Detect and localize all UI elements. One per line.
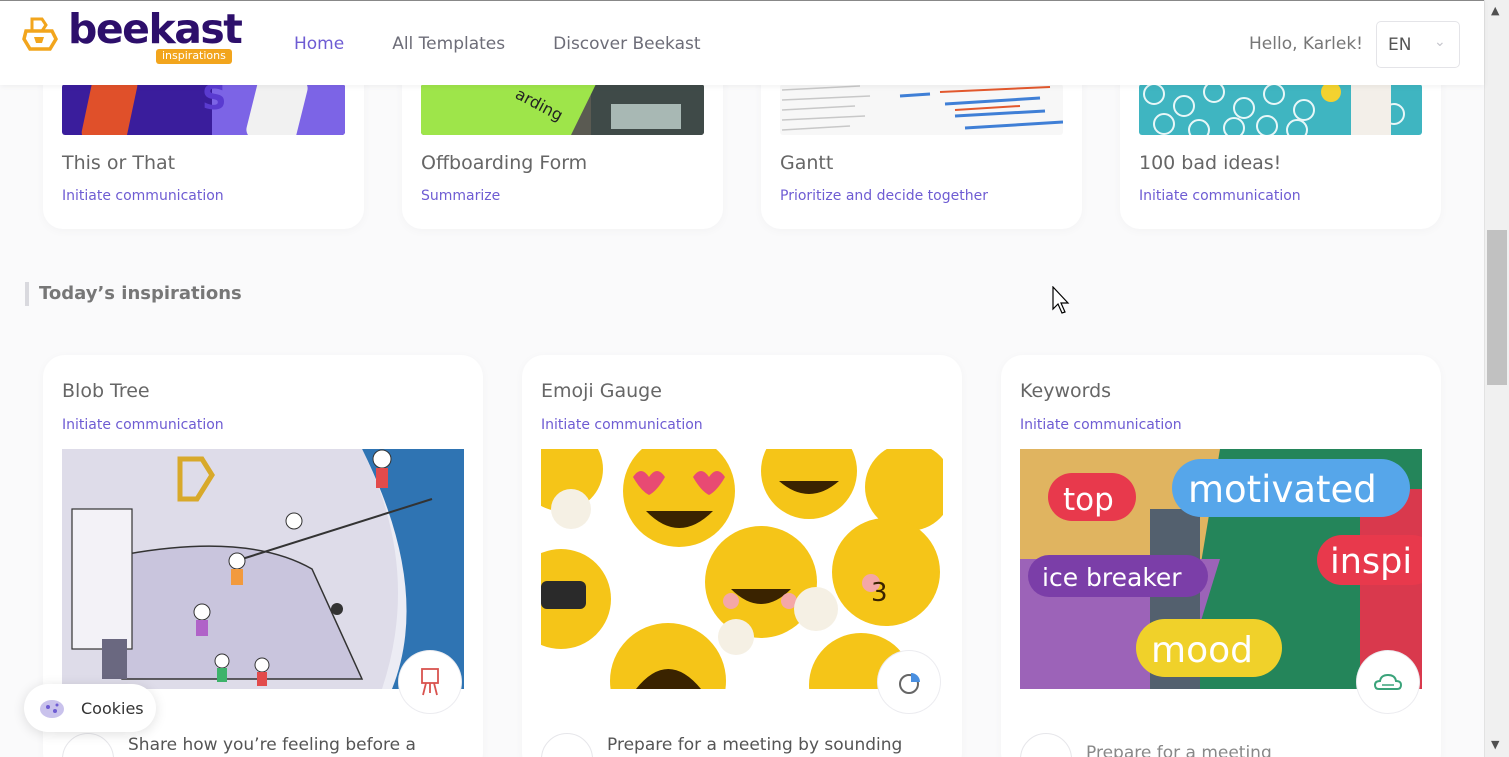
- logo-subtext: inspirations: [156, 49, 232, 64]
- template-image: [780, 84, 1063, 135]
- scroll-down-arrow-icon[interactable]: ▼: [1491, 738, 1499, 751]
- cookies-button[interactable]: Cookies: [24, 684, 156, 732]
- activity-badge: [1357, 651, 1419, 713]
- svg-text:3: 3: [871, 578, 888, 608]
- template-category[interactable]: Summarize: [421, 188, 500, 204]
- mouse-cursor-icon: [1052, 286, 1070, 314]
- easel-icon: [421, 668, 439, 696]
- template-image: S: [62, 84, 345, 135]
- scroll-thumb[interactable]: [1487, 230, 1507, 385]
- activity-badge: [399, 651, 461, 713]
- inspiration-card-emoji-gauge[interactable]: Emoji Gauge Initiate communication 3 Pre…: [522, 355, 962, 757]
- template-card[interactable]: S This or That Initiate communication: [43, 60, 364, 229]
- inspiration-category[interactable]: Initiate communication: [541, 417, 703, 433]
- rocket-icon: [1020, 733, 1072, 757]
- inspiration-description: Prepare for a meeting: [1086, 743, 1272, 757]
- template-image: arding: [421, 84, 704, 135]
- inspiration-title: Keywords: [1020, 380, 1112, 402]
- inspiration-description: Share how you’re feeling before a: [128, 735, 416, 755]
- beekast-logo[interactable]: beekast inspirations: [22, 5, 243, 69]
- keyword-motivated: motivated: [1188, 468, 1377, 511]
- pie-chart-icon: [899, 673, 920, 694]
- template-category[interactable]: Initiate communication: [62, 188, 224, 204]
- page-scrollbar[interactable]: ▲ ▼: [1484, 0, 1509, 757]
- template-category[interactable]: Prioritize and decide together: [780, 188, 988, 204]
- template-card[interactable]: Gantt Prioritize and decide together: [761, 60, 1082, 229]
- template-image: [1139, 84, 1422, 135]
- user-greeting: Hello, Karlek!: [1249, 34, 1363, 54]
- section-title-todays-inspirations: Today’s inspirations: [25, 282, 242, 306]
- language-value: EN: [1388, 35, 1412, 55]
- template-card[interactable]: 100 bad ideas! Initiate communication: [1120, 60, 1441, 229]
- cookies-label: Cookies: [81, 699, 144, 718]
- rocket-icon: [62, 733, 114, 757]
- keyword-top: top: [1063, 482, 1114, 518]
- template-title: 100 bad ideas!: [1139, 152, 1282, 174]
- top-header: beekast inspirations Home All Templates …: [0, 0, 1484, 85]
- inspiration-title: Emoji Gauge: [541, 380, 662, 402]
- keyword-mood: mood: [1151, 630, 1253, 671]
- language-select[interactable]: EN ⌄: [1376, 21, 1460, 68]
- nav-home[interactable]: Home: [294, 34, 344, 54]
- nav-all-templates[interactable]: All Templates: [392, 34, 505, 54]
- activity-badge: [878, 651, 940, 713]
- svg-text:S: S: [202, 84, 227, 118]
- word-cloud-icon: [1373, 673, 1403, 690]
- template-title: This or That: [62, 152, 176, 174]
- nav-discover-beekast[interactable]: Discover Beekast: [553, 34, 700, 54]
- inspiration-title: Blob Tree: [62, 380, 150, 402]
- scroll-up-arrow-icon[interactable]: ▲: [1491, 4, 1499, 17]
- template-title: Offboarding Form: [421, 152, 588, 174]
- main-nav: Home All Templates Discover Beekast: [294, 34, 749, 54]
- keyword-inspi: inspi: [1330, 542, 1412, 582]
- logo-wordmark: beekast: [68, 5, 243, 53]
- cookie-icon: [40, 700, 64, 718]
- rocket-icon: [541, 733, 593, 757]
- template-card[interactable]: arding Offboarding Form Summarize: [402, 60, 723, 229]
- keyword-ice-breaker: ice breaker: [1042, 563, 1182, 592]
- inspiration-category[interactable]: Initiate communication: [1020, 417, 1182, 433]
- template-category[interactable]: Initiate communication: [1139, 188, 1301, 204]
- beekast-logo-icon: [22, 17, 58, 51]
- inspiration-card-keywords[interactable]: Keywords Initiate communication top moti…: [1001, 355, 1441, 757]
- template-title: Gantt: [780, 152, 834, 174]
- inspiration-category[interactable]: Initiate communication: [62, 417, 224, 433]
- chevron-down-icon: ⌄: [1434, 34, 1446, 50]
- inspiration-description: Prepare for a meeting by sounding out: [607, 735, 903, 757]
